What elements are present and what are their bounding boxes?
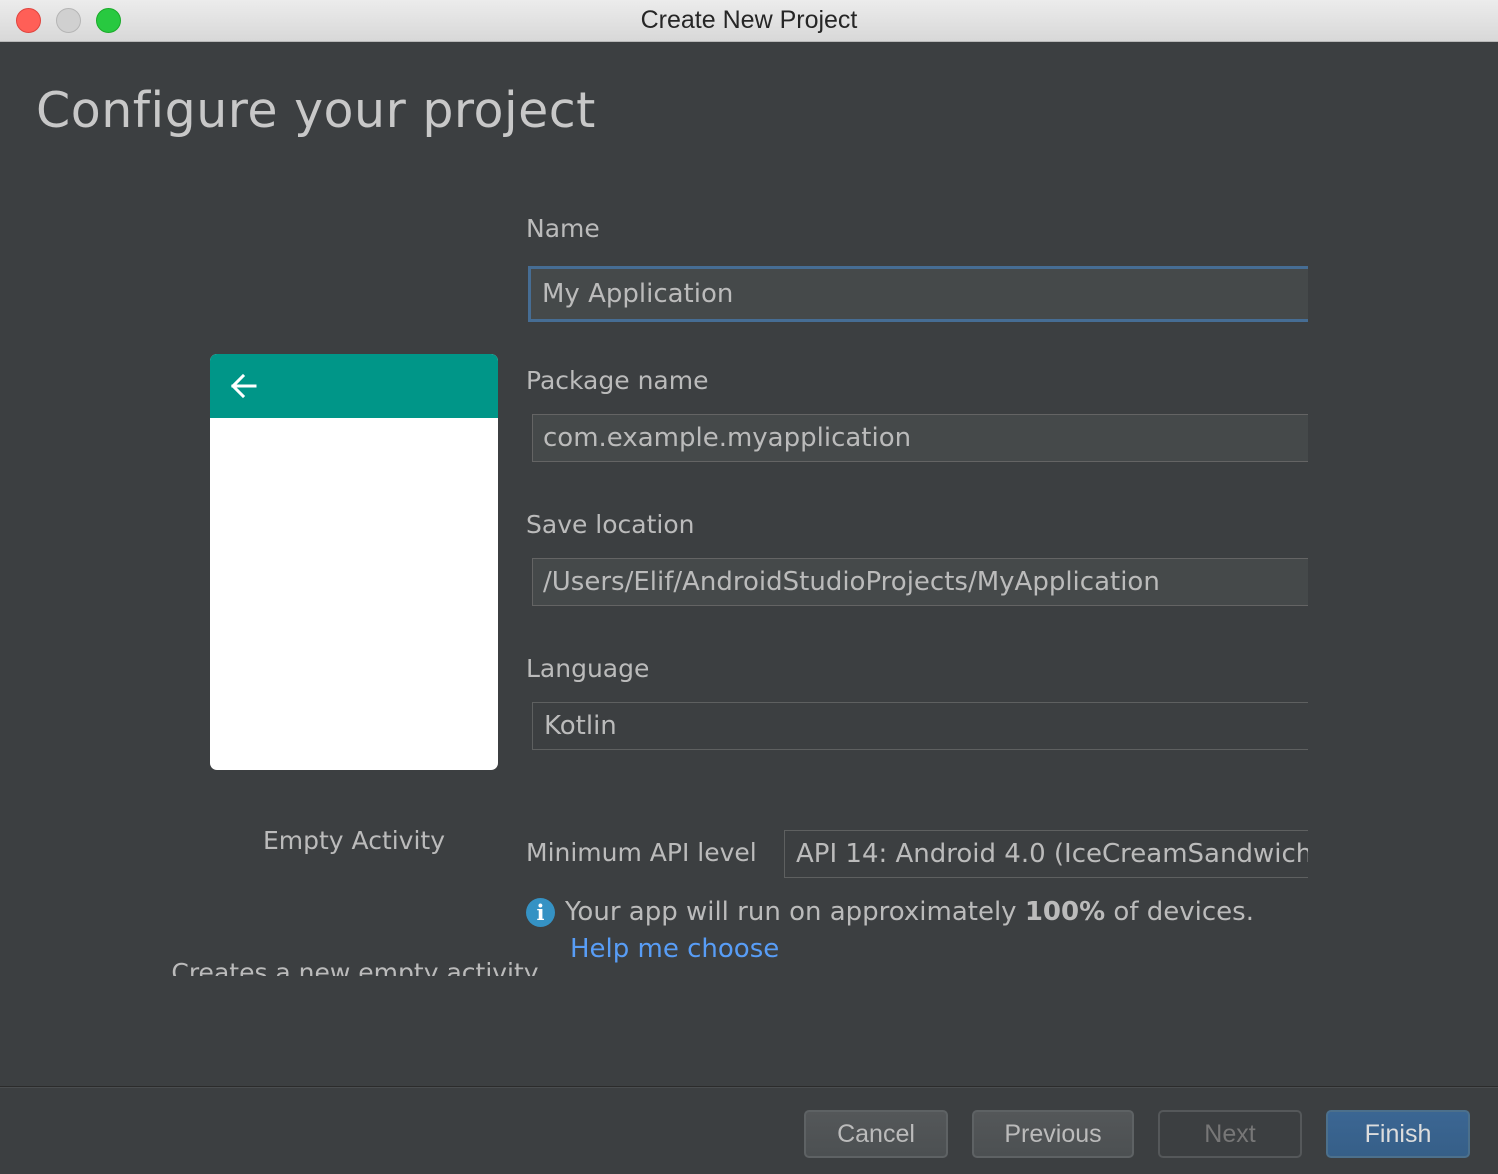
info-icon: i (526, 897, 555, 927)
template-description: Creates a new empty activity (171, 958, 539, 976)
minimum-api-select[interactable]: API 14: Android 4.0 (IceCreamSandwich) (784, 830, 1308, 878)
back-arrow-icon (230, 373, 257, 399)
cancel-button[interactable]: Cancel (804, 1110, 948, 1158)
name-input[interactable]: My Application (528, 266, 1308, 322)
save-location-label: Save location (526, 510, 695, 539)
template-description-clip: Creates a new empty activity (160, 950, 550, 976)
footer-divider-highlight (0, 1087, 1498, 1088)
window-titlebar: Create New Project (0, 0, 1498, 42)
window-title: Create New Project (640, 6, 858, 34)
save-location-input[interactable]: /Users/Elif/AndroidStudioProjects/MyAppl… (532, 558, 1308, 606)
package-name-input[interactable]: com.example.myapplication (532, 414, 1308, 462)
package-name-label: Package name (526, 366, 709, 395)
device-coverage-info: i Your app will run on approximately 100… (526, 894, 1254, 930)
name-label: Name (526, 214, 600, 243)
coverage-percent: 100% (1024, 897, 1106, 927)
template-name: Empty Activity (262, 826, 446, 855)
language-label: Language (526, 654, 650, 683)
preview-app-bar (210, 354, 498, 418)
page-title: Configure your project (36, 82, 596, 139)
help-me-choose-link[interactable]: Help me choose (570, 934, 779, 964)
language-select[interactable]: Kotlin (532, 702, 1308, 750)
previous-button[interactable]: Previous (972, 1110, 1134, 1158)
device-coverage-text: Your app will run on approximately 100% … (565, 897, 1254, 927)
finish-button[interactable]: Finish (1326, 1110, 1470, 1158)
minimum-api-label: Minimum API level (526, 838, 757, 867)
template-preview (210, 354, 498, 770)
next-button[interactable]: Next (1158, 1110, 1302, 1158)
